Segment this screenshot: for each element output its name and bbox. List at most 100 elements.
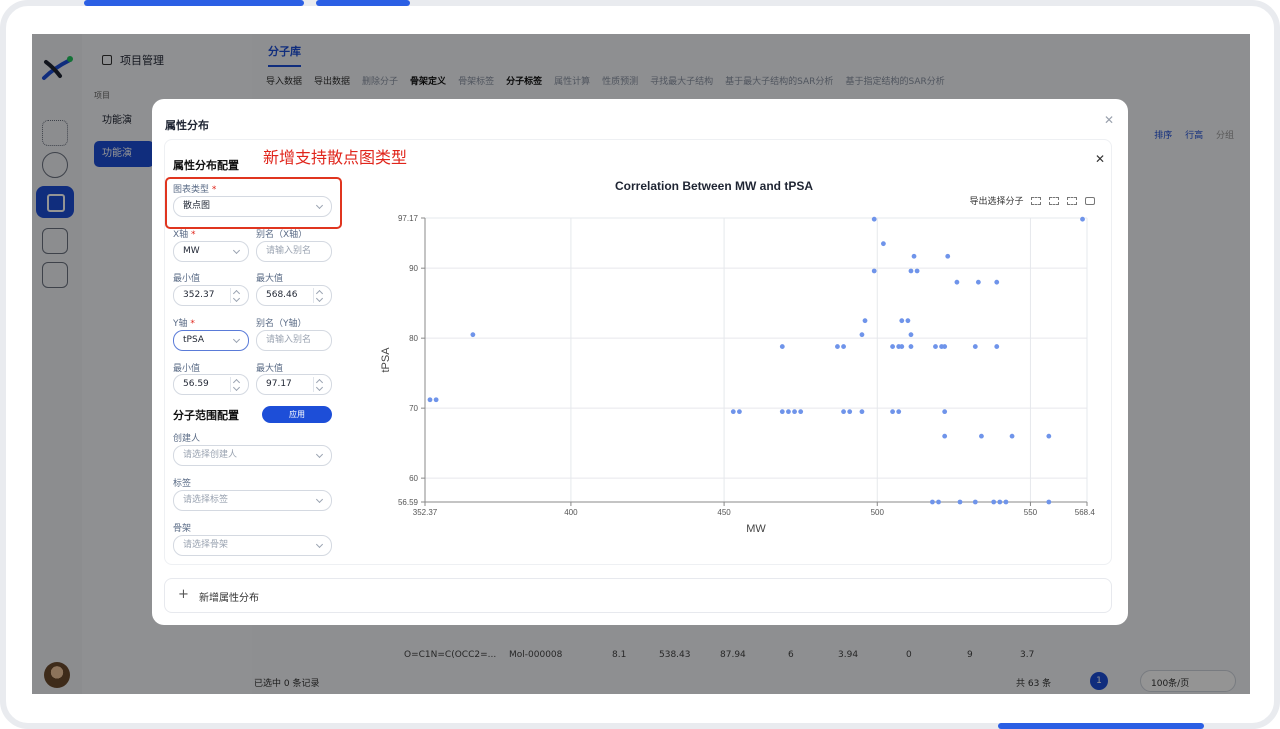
x-tick-label: 450 — [717, 508, 731, 517]
x-axis-label: X轴 * — [173, 230, 196, 240]
x-tick-label: 400 — [564, 508, 578, 517]
stepper-arrows-icon[interactable] — [313, 377, 325, 392]
y-alias-input[interactable]: 请输入别名 — [256, 330, 332, 351]
data-point — [994, 344, 1000, 349]
distribution-card: ✕ 属性分布配置 新增支持散点图类型 图表类型 * 散点图 X轴 * 别名（X轴… — [164, 139, 1112, 565]
x-min-label: 最小值 — [173, 274, 201, 284]
data-point — [908, 332, 914, 338]
y-axis-select[interactable]: tPSA — [173, 330, 249, 351]
x-tick-label: 352.37 — [413, 508, 438, 517]
stepper-arrows-icon[interactable] — [230, 377, 242, 392]
data-point — [859, 409, 865, 415]
scaffold-label: 骨架 — [173, 524, 192, 534]
config-title: 属性分布配置 — [173, 159, 239, 172]
data-point — [908, 268, 914, 274]
y-tick-label: 60 — [409, 474, 418, 483]
chevron-down-icon — [315, 450, 324, 459]
data-point — [730, 409, 736, 415]
chevron-down-icon — [315, 540, 324, 549]
annotation-text: 新增支持散点图类型 — [263, 148, 408, 167]
data-point — [914, 268, 920, 274]
frame-accent-bar — [998, 723, 1204, 729]
data-point — [997, 499, 1003, 505]
data-point — [930, 499, 935, 505]
data-point — [911, 253, 917, 259]
modal-title: 属性分布 — [165, 119, 209, 132]
data-point — [433, 397, 439, 403]
chevron-down-icon — [315, 495, 324, 504]
data-point — [779, 344, 785, 349]
data-point — [972, 344, 978, 349]
x-alias-label: 别名（X轴） — [256, 230, 308, 240]
chevron-down-icon — [232, 335, 241, 344]
y-min-stepper[interactable]: 56.59 — [173, 374, 249, 395]
data-point — [890, 409, 895, 415]
data-point — [890, 344, 895, 349]
data-point — [880, 241, 886, 247]
data-point — [871, 216, 877, 222]
y-axis-label: Y轴 * — [173, 319, 195, 329]
plus-icon: + — [178, 587, 189, 602]
data-point — [979, 433, 984, 439]
data-point — [942, 344, 948, 349]
card-close-icon[interactable]: ✕ — [1095, 152, 1105, 166]
stepper-arrows-icon[interactable] — [313, 288, 325, 303]
data-point — [847, 409, 853, 415]
x-max-stepper[interactable]: 568.46 — [256, 285, 332, 306]
y-tick-label: 97.17 — [398, 214, 419, 223]
creator-label: 创建人 — [173, 434, 201, 444]
creator-select[interactable]: 请选择创建人 — [173, 445, 332, 466]
y-tick-label: 70 — [409, 404, 418, 413]
data-point — [896, 409, 902, 415]
y-alias-label: 别名（Y轴） — [256, 319, 307, 329]
data-point — [427, 397, 433, 403]
data-point — [899, 318, 905, 324]
scatter-chart[interactable]: 56.59 60 70 80 90 97.17 352.37 400 450 500 550 568.… — [375, 200, 1095, 540]
range-config-title: 分子范围配置 — [173, 409, 239, 422]
data-point — [792, 409, 797, 415]
data-point — [798, 409, 804, 415]
x-tick-label: 500 — [871, 508, 885, 517]
data-point — [905, 318, 911, 324]
tag-select[interactable]: 请选择标签 — [173, 490, 332, 511]
chevron-down-icon — [232, 246, 241, 255]
data-point — [859, 332, 865, 338]
apply-button[interactable]: 应用 — [262, 406, 332, 423]
data-point — [899, 344, 905, 349]
data-point — [942, 433, 948, 439]
x-tick-label: 568.46 — [1075, 508, 1095, 517]
data-point — [1003, 499, 1009, 505]
data-point — [862, 318, 868, 324]
frame-accent-bar — [316, 0, 410, 6]
y-tick-label: 80 — [409, 334, 418, 343]
x-axis-select[interactable]: MW — [173, 241, 249, 262]
data-point — [1046, 499, 1052, 505]
y-max-label: 最大值 — [256, 364, 284, 374]
x-min-stepper[interactable]: 352.37 — [173, 285, 249, 306]
data-point — [737, 409, 742, 415]
data-point — [991, 499, 997, 505]
modal-close-icon[interactable]: ✕ — [1104, 113, 1114, 127]
frame-accent-bar — [84, 0, 304, 6]
x-alias-input[interactable]: 请输入别名 — [256, 241, 332, 262]
data-point — [957, 499, 963, 505]
stepper-arrows-icon[interactable] — [230, 288, 242, 303]
y-min-label: 最小值 — [173, 364, 201, 374]
chart-title: Correlation Between MW and tPSA — [615, 179, 814, 193]
data-point — [1009, 433, 1015, 439]
data-point — [835, 344, 840, 349]
scaffold-select[interactable]: 请选择骨架 — [173, 535, 332, 556]
data-point — [470, 332, 476, 338]
data-point — [972, 499, 978, 505]
highlight-box — [165, 177, 342, 229]
data-point — [975, 279, 981, 285]
add-distribution-button[interactable]: + 新增属性分布 — [164, 578, 1112, 613]
data-point — [954, 279, 960, 285]
data-point — [994, 279, 1000, 285]
x-max-label: 最大值 — [256, 274, 284, 284]
data-point — [908, 344, 914, 349]
data-point — [945, 253, 951, 259]
tag-label: 标签 — [173, 479, 192, 489]
y-max-stepper[interactable]: 97.17 — [256, 374, 332, 395]
data-point — [841, 344, 846, 349]
